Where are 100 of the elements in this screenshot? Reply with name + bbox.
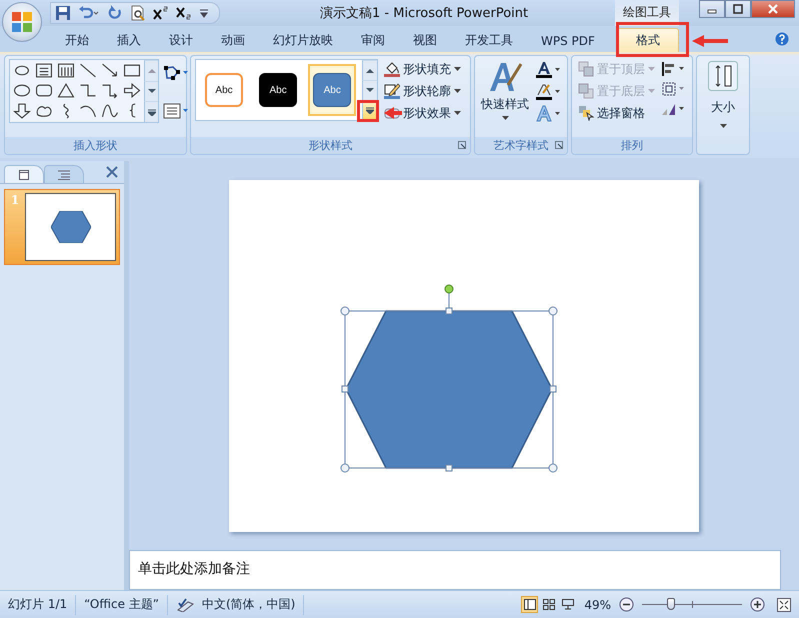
zoom-in-icon[interactable] bbox=[750, 597, 765, 612]
print-preview-icon[interactable] bbox=[130, 5, 146, 21]
slides-tab[interactable] bbox=[4, 165, 44, 183]
annotation-box bbox=[357, 100, 379, 122]
save-icon[interactable] bbox=[55, 5, 71, 21]
caret-icon bbox=[454, 111, 461, 115]
pencil-icon bbox=[384, 83, 400, 99]
edit-shape-icon[interactable] bbox=[163, 65, 189, 81]
command-button[interactable]: 选择窗格 bbox=[576, 103, 657, 123]
outline-icon bbox=[58, 170, 70, 180]
annotation-arrow bbox=[692, 35, 728, 47]
slide-number: 1 bbox=[10, 193, 20, 209]
paint-bucket-icon bbox=[384, 61, 400, 77]
shape-icon[interactable] bbox=[100, 102, 120, 119]
send-back-icon bbox=[578, 83, 594, 99]
zoom-level: 49% bbox=[584, 598, 611, 612]
shape-icon[interactable] bbox=[12, 82, 32, 99]
window-title: 演示文稿1 - Microsoft PowerPoint bbox=[320, 5, 528, 22]
command-button[interactable]: 形状轮廓 bbox=[382, 81, 463, 101]
letter-brush-icon bbox=[488, 61, 522, 93]
ribbon-tab[interactable]: 审阅 bbox=[347, 28, 399, 52]
maximize-button[interactable] bbox=[725, 0, 751, 18]
hexagon-shape bbox=[50, 211, 90, 243]
ribbon-tab[interactable]: WPS PDF bbox=[527, 28, 609, 52]
caret-icon bbox=[720, 124, 726, 128]
size-icon bbox=[708, 61, 738, 91]
zoom-slider-thumb[interactable] bbox=[667, 598, 675, 610]
ribbon-tab[interactable]: 设计 bbox=[155, 28, 207, 52]
redo-icon[interactable] bbox=[107, 5, 123, 21]
shape-icon[interactable] bbox=[34, 82, 54, 99]
customize-caret-icon[interactable] bbox=[199, 8, 209, 18]
undo-icon[interactable] bbox=[78, 5, 100, 21]
bring-front-icon bbox=[578, 61, 594, 77]
close-icon[interactable] bbox=[106, 166, 118, 178]
scroll-down-button[interactable] bbox=[362, 80, 377, 100]
style-preset[interactable]: Abc bbox=[308, 64, 356, 116]
shape-icon[interactable] bbox=[100, 82, 120, 99]
view-button[interactable] bbox=[540, 596, 558, 613]
slide-icon bbox=[19, 170, 29, 180]
view-button[interactable] bbox=[521, 596, 538, 613]
caret-icon bbox=[648, 67, 655, 71]
quick-styles-button[interactable]: 快速样式 bbox=[479, 59, 531, 134]
selection-frame[interactable] bbox=[340, 284, 558, 472]
shape-icon[interactable] bbox=[122, 82, 142, 99]
shape-icon[interactable] bbox=[100, 62, 120, 79]
ribbon-tab[interactable]: 幻灯片放映 bbox=[259, 28, 347, 52]
ribbon-tab[interactable]: 开始 bbox=[51, 28, 103, 52]
normal-view-icon bbox=[524, 599, 536, 610]
superscript-icon[interactable] bbox=[153, 5, 169, 21]
align-icon[interactable] bbox=[661, 61, 687, 77]
size-button[interactable]: 大小 bbox=[706, 56, 740, 130]
notes-field[interactable]: 单击此处添加备注 bbox=[129, 550, 781, 590]
shape-icon[interactable] bbox=[122, 62, 142, 79]
group-label: 形状样式 bbox=[308, 138, 352, 154]
caret-icon bbox=[454, 89, 461, 93]
down-arrow-icon bbox=[366, 88, 374, 93]
dialog-launcher-icon[interactable] bbox=[555, 141, 563, 149]
text-fill-icon[interactable] bbox=[535, 61, 561, 79]
shape-icon[interactable] bbox=[56, 82, 76, 99]
text-outline-icon[interactable] bbox=[535, 83, 561, 101]
up-arrow-icon bbox=[148, 68, 156, 74]
office-button[interactable] bbox=[2, 2, 42, 42]
ribbon-tab[interactable]: 动画 bbox=[207, 28, 259, 52]
group-label: 插入形状 bbox=[5, 137, 186, 154]
ribbon-tab[interactable]: 插入 bbox=[103, 28, 155, 52]
text-box-icon[interactable] bbox=[163, 103, 189, 119]
shapes-gallery[interactable] bbox=[9, 59, 159, 123]
shape-icon[interactable] bbox=[78, 82, 98, 99]
scroll-down-button[interactable] bbox=[144, 80, 158, 102]
spell-check-icon[interactable] bbox=[176, 598, 194, 612]
grid-view-icon bbox=[542, 599, 555, 610]
more-button[interactable] bbox=[144, 101, 158, 122]
help-icon[interactable] bbox=[775, 32, 789, 46]
group-icon[interactable] bbox=[661, 81, 687, 97]
shape-icon[interactable] bbox=[78, 62, 98, 79]
hexagon-shape[interactable] bbox=[345, 310, 553, 468]
office-logo bbox=[9, 9, 35, 35]
shape-icon[interactable] bbox=[56, 62, 76, 79]
shape-icon[interactable] bbox=[12, 102, 32, 119]
fit-to-window-icon[interactable] bbox=[777, 598, 791, 612]
scroll-up-button[interactable] bbox=[362, 60, 377, 80]
caret-icon bbox=[454, 67, 461, 71]
zoom-out-icon[interactable] bbox=[619, 597, 634, 612]
ribbon-tab[interactable]: 开发工具 bbox=[451, 28, 527, 52]
command-button[interactable]: 形状填充 bbox=[382, 59, 463, 79]
dialog-launcher-icon[interactable] bbox=[458, 141, 466, 149]
shape-icon[interactable] bbox=[34, 62, 54, 79]
group-label: 艺术字样式 bbox=[494, 138, 548, 154]
subscript-icon[interactable] bbox=[176, 5, 192, 21]
outline-tab[interactable] bbox=[44, 165, 84, 183]
group-label: 排列 bbox=[572, 137, 692, 154]
ribbon-tab[interactable]: 视图 bbox=[399, 28, 451, 52]
style-swatch: Abc bbox=[259, 73, 298, 107]
theme-name: “Office 主题” bbox=[84, 596, 159, 613]
ribbon-tab[interactable]: 格式 bbox=[616, 28, 679, 52]
close-icon bbox=[767, 4, 779, 14]
caret-icon bbox=[648, 89, 655, 93]
close-button[interactable] bbox=[751, 0, 795, 18]
caret-icon bbox=[502, 116, 508, 120]
minimize-button[interactable] bbox=[699, 0, 725, 18]
